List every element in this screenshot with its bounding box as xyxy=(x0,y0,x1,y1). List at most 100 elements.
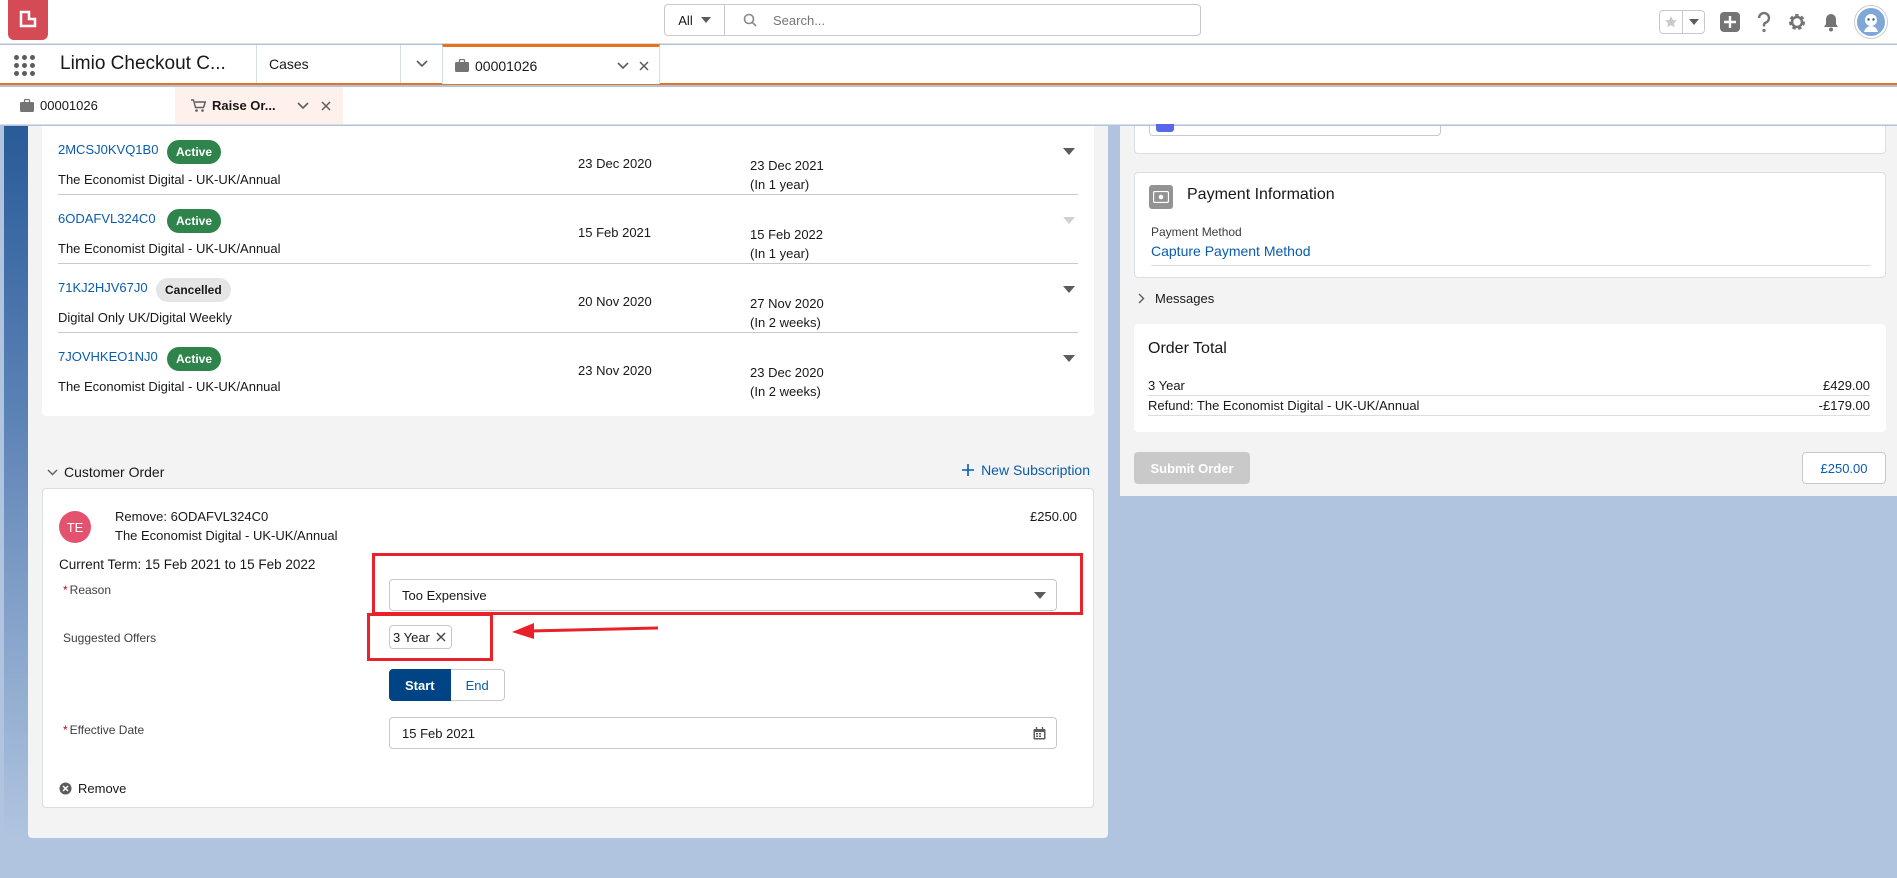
chevron-right-icon xyxy=(1138,293,1145,303)
subscription-product: The Economist Digital - UK-UK/Annual xyxy=(58,172,281,187)
capture-payment-method-link[interactable]: Capture Payment Method xyxy=(1151,243,1311,259)
order-panel: 2MCSJ0KVQ1B0 Active The Economist Digita… xyxy=(28,126,1108,838)
subscription-id-link[interactable]: 71KJ2HJV67J0 xyxy=(58,280,148,295)
messages-section[interactable]: Messages xyxy=(1134,284,1886,312)
subscription-id-link[interactable]: 2MCSJ0KVQ1B0 xyxy=(58,142,158,157)
chevron-down-icon[interactable] xyxy=(1682,11,1704,33)
close-icon[interactable] xyxy=(321,100,331,111)
effective-date-value: 15 Feb 2021 xyxy=(402,725,476,741)
subscriptions-list: 2MCSJ0KVQ1B0 Active The Economist Digita… xyxy=(42,126,1094,416)
add-icon xyxy=(962,464,975,476)
user-icon xyxy=(1864,14,1878,32)
submit-order-button[interactable]: Submit Order xyxy=(1134,452,1250,484)
reason-label-text: Reason xyxy=(69,583,112,597)
remove-title: Remove: 6ODAFVL324C0 xyxy=(115,509,269,524)
chevron-down-icon[interactable] xyxy=(1063,355,1075,363)
chevron-down-icon[interactable] xyxy=(297,101,309,110)
gear-icon[interactable] xyxy=(1787,12,1807,32)
logo-icon xyxy=(19,10,37,28)
chevron-down-icon xyxy=(415,60,428,68)
status-badge: Active xyxy=(167,209,222,233)
subscription-start: 23 Dec 2020 xyxy=(578,156,652,171)
global-search: All xyxy=(664,4,1201,36)
header-utility-icons xyxy=(1659,6,1887,38)
subtab-raise-order[interactable]: Raise Or... xyxy=(175,87,343,124)
current-term: Current Term: 15 Feb 2021 to 15 Feb 2022 xyxy=(59,557,316,572)
start-button[interactable]: Start xyxy=(389,669,451,701)
total-line: Refund: The Economist Digital - UK-UK/An… xyxy=(1148,396,1870,416)
favorites-control[interactable] xyxy=(1659,10,1705,34)
end-date: 23 Dec 2021 xyxy=(750,158,824,173)
annotation-arrow-icon xyxy=(512,623,659,639)
subscription-row: 71KJ2HJV67J0 Cancelled Digital Only UK/D… xyxy=(58,264,1078,333)
bell-icon[interactable] xyxy=(1821,12,1841,32)
chevron-down-icon xyxy=(700,17,711,23)
end-date: 15 Feb 2022 xyxy=(750,227,824,242)
payment-icon xyxy=(1149,185,1173,209)
search-scope-label: All xyxy=(678,12,693,28)
required-mark: * xyxy=(63,723,68,737)
end-note: (In 1 year) xyxy=(750,177,810,192)
subtab-case[interactable]: 00001026 xyxy=(0,87,175,124)
effective-date-label: * Effective Date xyxy=(63,723,144,737)
app-logo[interactable] xyxy=(8,0,48,40)
subscription-id-link[interactable]: 7JOVHKEO1NJ0 xyxy=(58,349,158,364)
total-line-label: Refund: The Economist Digital - UK-UK/An… xyxy=(1148,398,1420,413)
help-icon[interactable] xyxy=(1755,11,1773,33)
app-launcher-icon[interactable] xyxy=(14,55,35,76)
effective-date-input[interactable]: 15 Feb 2021 xyxy=(389,717,1057,749)
total-line-amount: -£179.00 xyxy=(1818,398,1870,413)
subscription-start: 20 Nov 2020 xyxy=(578,294,652,309)
chevron-down-icon[interactable] xyxy=(1063,217,1075,225)
new-subscription-button[interactable]: New Subscription xyxy=(961,462,1090,478)
annotation-box-offer xyxy=(367,613,493,661)
star-icon[interactable] xyxy=(1660,11,1682,33)
input-fragment xyxy=(1149,124,1441,136)
workspace-subtabs: 00001026 Raise Or... xyxy=(0,87,1897,125)
nav-tab-case-record[interactable]: 00001026 xyxy=(442,44,660,84)
cases-menu-button[interactable] xyxy=(400,45,442,83)
subscription-id-link[interactable]: 6ODAFVL324C0 xyxy=(58,211,156,226)
chevron-down-icon[interactable] xyxy=(1063,286,1075,294)
search-scope-select[interactable]: All xyxy=(665,5,725,35)
remove-product: The Economist Digital - UK-UK/Annual xyxy=(115,528,338,543)
customer-order-header[interactable]: Customer Order New Subscription xyxy=(42,462,1094,486)
briefcase-icon xyxy=(20,99,34,112)
end-note: (In 2 weeks) xyxy=(750,384,821,399)
calendar-icon[interactable] xyxy=(1033,727,1046,740)
chevron-down-icon[interactable] xyxy=(617,61,629,70)
divider xyxy=(1151,265,1871,266)
chevron-down-icon[interactable] xyxy=(1063,148,1075,156)
main-content: 2MCSJ0KVQ1B0 Active The Economist Digita… xyxy=(0,124,1897,878)
remove-button[interactable]: Remove xyxy=(59,781,126,796)
nav-tab-label: 00001026 xyxy=(475,57,538,74)
subscription-end: 15 Feb 2022 (In 1 year) xyxy=(750,225,823,263)
subscription-end: 27 Nov 2020 (In 2 weeks) xyxy=(750,294,824,332)
status-badge: Active xyxy=(167,347,222,371)
end-note: (In 2 weeks) xyxy=(750,315,821,330)
add-icon[interactable] xyxy=(1719,11,1741,33)
subscription-product: The Economist Digital - UK-UK/Annual xyxy=(58,379,281,394)
customer-order-title: Customer Order xyxy=(64,464,165,480)
effective-date-label-text: Effective Date xyxy=(69,723,145,737)
end-button[interactable]: End xyxy=(450,669,505,701)
user-avatar[interactable] xyxy=(1855,6,1887,38)
close-icon[interactable] xyxy=(639,60,649,71)
subscription-start: 15 Feb 2021 xyxy=(578,225,652,240)
navigation-bar: Limio Checkout C... Cases 00001026 xyxy=(0,44,1897,85)
order-total-title: Order Total xyxy=(1148,340,1227,357)
required-mark: * xyxy=(63,583,68,597)
product-avatar: TE xyxy=(59,511,91,543)
subscription-row: 7JOVHKEO1NJ0 Active The Economist Digita… xyxy=(58,333,1078,402)
briefcase-icon xyxy=(455,59,469,72)
messages-label: Messages xyxy=(1155,290,1215,306)
new-subscription-label: New Subscription xyxy=(981,462,1090,478)
subtab-label: Raise Or... xyxy=(212,98,276,113)
search-input[interactable] xyxy=(757,5,1200,35)
total-line: 3 Year £429.00 xyxy=(1148,376,1870,396)
remove-price: £250.00 xyxy=(1030,509,1077,524)
subscription-row: 6ODAFVL324C0 Active The Economist Digita… xyxy=(58,195,1078,264)
subscription-end: 23 Dec 2020 (In 2 weeks) xyxy=(750,363,824,401)
chevron-down-icon[interactable] xyxy=(47,469,58,476)
status-badge: Active xyxy=(167,140,222,164)
